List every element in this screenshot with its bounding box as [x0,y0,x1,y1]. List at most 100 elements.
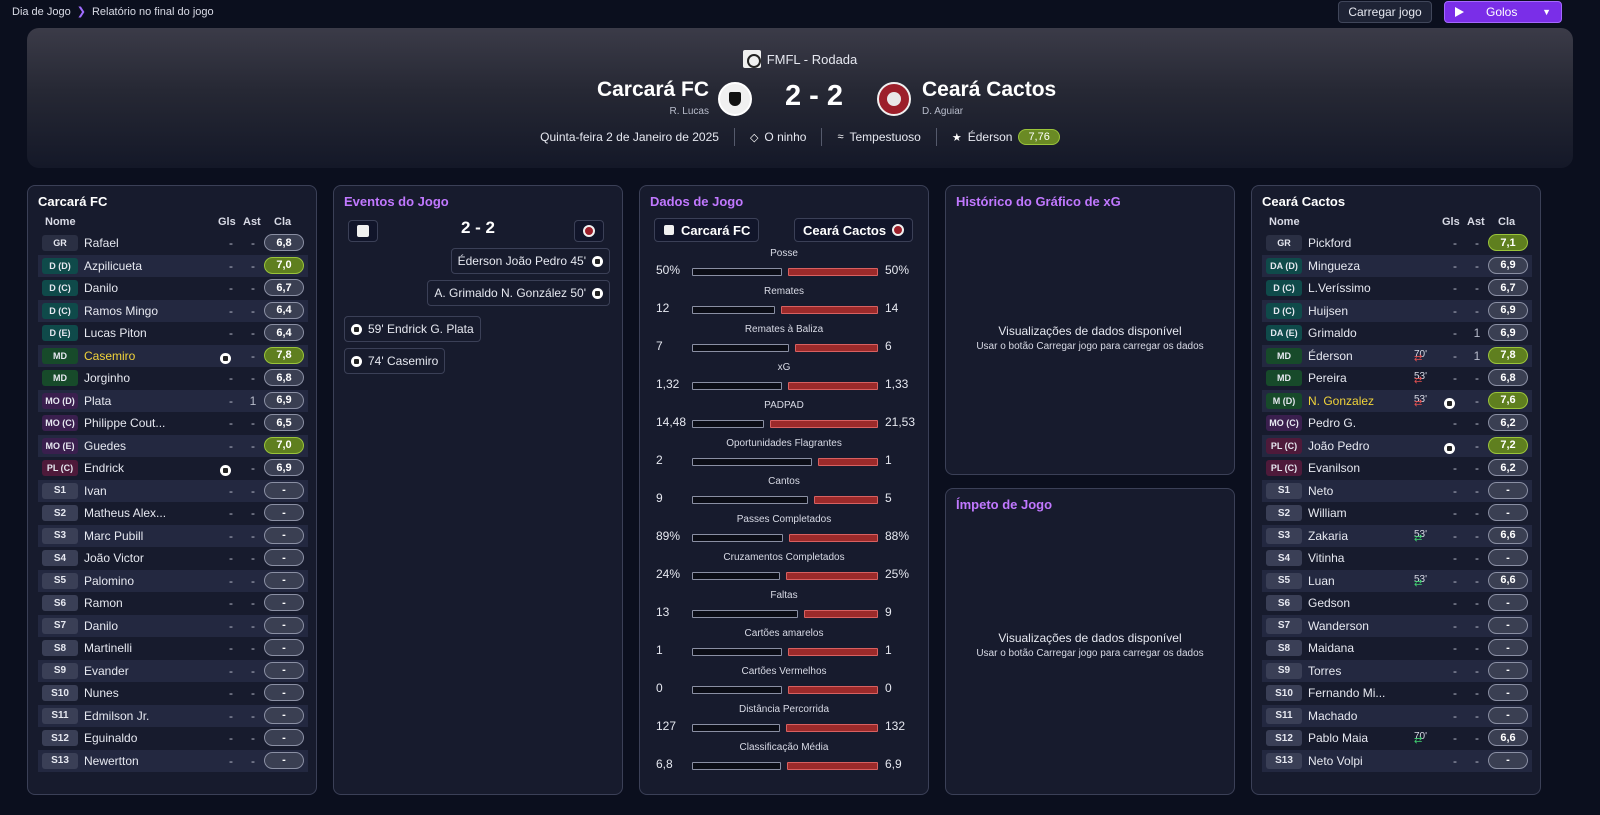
col-cla[interactable]: Cla [1498,216,1515,228]
player-row[interactable]: S13 Newertton - - - [38,749,308,772]
col-gls[interactable]: Gls [1442,216,1460,228]
player-name[interactable]: Rafael [84,236,119,250]
goals-dropdown-button[interactable]: Golos ▼ [1444,1,1562,23]
player-row[interactable]: S8 Maidana - - - [1262,637,1532,659]
player-name[interactable]: Evanilson [1308,461,1360,475]
player-row[interactable]: MO (E) Guedes - -7,0 [38,434,308,457]
home-team-name[interactable]: Carcará FC [597,78,709,102]
match-event[interactable]: 59' Endrick G. Plata [344,316,481,342]
col-name[interactable]: Nome [45,216,76,228]
col-gls[interactable]: Gls [218,216,236,228]
player-name[interactable]: Endrick [84,461,124,475]
player-row[interactable]: D (D) Azpilicueta - -7,0 [38,254,308,277]
match-event[interactable]: Éderson João Pedro 45' [450,248,610,274]
player-row[interactable]: S5 Luan ⇄ 53' - -6,6 [1262,569,1532,592]
player-row[interactable]: PL (C) João Pedro 1 -7,2 [1262,434,1532,457]
player-row[interactable]: MO (C) Pedro G. - -6,2 [1262,412,1532,434]
player-name[interactable]: Huijsen [1308,304,1348,318]
player-row[interactable]: M (D) N. Gonzalez ⇄ 53' 1 -7,6 [1262,389,1532,412]
player-name[interactable]: João Victor [84,551,144,565]
player-name[interactable]: Gedson [1308,596,1350,610]
player-name[interactable]: Evander [84,664,129,678]
player-name[interactable]: Nunes [84,686,119,700]
player-name[interactable]: Ivan [84,484,107,498]
player-name[interactable]: Azpilicueta [84,259,142,273]
breadcrumb-report[interactable]: Relatório no final do jogo [92,6,214,18]
player-row[interactable]: MD Jorginho - -6,8 [38,367,308,389]
player-row[interactable]: S7 Danilo - - - [38,614,308,637]
player-name[interactable]: Jorginho [84,371,130,385]
player-name[interactable]: Zakaria [1308,529,1348,543]
player-row[interactable]: GR Pickford - -7,1 [1262,232,1532,254]
player-row[interactable]: S7 Wanderson - - - [1262,614,1532,637]
player-name[interactable]: Pereira [1308,371,1347,385]
player-name[interactable]: N. Gonzalez [1308,394,1374,408]
player-row[interactable]: D (C) Huijsen - -6,9 [1262,299,1532,322]
col-ast[interactable]: Ast [1467,216,1485,228]
player-name[interactable]: Guedes [84,439,126,453]
player-row[interactable]: S1 Ivan - - - [38,479,308,502]
player-name[interactable]: Edmilson Jr. [84,709,149,723]
col-name[interactable]: Nome [1269,216,1300,228]
player-row[interactable]: S8 Martinelli - - - [38,637,308,659]
player-row[interactable]: PL (C) Endrick 1 -6,9 [38,457,308,479]
player-name[interactable]: Éderson [1308,349,1353,363]
player-row[interactable]: S6 Ramon - - - [38,592,308,614]
player-name[interactable]: Torres [1308,664,1341,678]
player-name[interactable]: Ramos Mingo [84,304,158,318]
player-row[interactable]: S12 Eguinaldo - - - [38,727,308,749]
player-row[interactable]: S4 João Victor - - - [38,547,308,569]
player-row[interactable]: S11 Edmilson Jr. - - - [38,704,308,727]
player-row[interactable]: DA (D) Mingueza - -6,9 [1262,254,1532,277]
player-row[interactable]: S6 Gedson - - - [1262,592,1532,614]
breadcrumb-matchday[interactable]: Dia de Jogo [12,6,71,18]
player-name[interactable]: Palomino [84,574,134,588]
player-row[interactable]: S5 Palomino - - - [38,569,308,592]
player-row[interactable]: S2 Matheus Alex... - - - [38,502,308,524]
player-name[interactable]: Danilo [84,619,118,633]
match-event[interactable]: 74' Casemiro [344,348,446,374]
player-name[interactable]: Neto Volpi [1308,754,1363,768]
player-name[interactable]: William [1308,506,1347,520]
col-cla[interactable]: Cla [274,216,291,228]
player-row[interactable]: S3 Zakaria ⇄ 53' - -6,6 [1262,524,1532,547]
player-row[interactable]: S3 Marc Pubill - - - [38,524,308,547]
player-name[interactable]: Machado [1308,709,1357,723]
player-name[interactable]: Grimaldo [1308,326,1357,340]
player-name[interactable]: Neto [1308,484,1333,498]
player-row[interactable]: MD Pereira ⇄ 53' - -6,8 [1262,367,1532,389]
player-name[interactable]: Luan [1308,574,1335,588]
player-row[interactable]: MO (C) Philippe Cout... - -6,5 [38,412,308,434]
player-row[interactable]: S9 Evander - - - [38,659,308,682]
player-row[interactable]: S4 Vitinha - - - [1262,547,1532,569]
player-row[interactable]: MO (D) Plata - 1 6,9 [38,389,308,412]
player-name[interactable]: Plata [84,394,111,408]
player-name[interactable]: Fernando Mi... [1308,686,1385,700]
match-event[interactable]: A. Grimaldo N. González 50' [427,280,610,306]
player-row[interactable]: D (C) Ramos Mingo - -6,4 [38,299,308,322]
player-name[interactable]: Marc Pubill [84,529,143,543]
player-row[interactable]: S12 Pablo Maia ⇄ 70' - -6,6 [1262,727,1532,749]
away-team-name[interactable]: Ceará Cactos [922,78,1056,102]
player-row[interactable]: S1 Neto - - - [1262,479,1532,502]
player-name[interactable]: Ramon [84,596,123,610]
player-row[interactable]: S9 Torres - - - [1262,659,1532,682]
player-row[interactable]: S10 Nunes - - - [38,682,308,704]
col-ast[interactable]: Ast [243,216,261,228]
player-name[interactable]: Eguinaldo [84,731,137,745]
player-row[interactable]: S13 Neto Volpi - - - [1262,749,1532,772]
player-name[interactable]: Danilo [84,281,118,295]
player-row[interactable]: PL (C) Evanilson - -6,2 [1262,457,1532,479]
player-row[interactable]: GR Rafael - -6,8 [38,232,308,254]
player-name[interactable]: Vitinha [1308,551,1344,565]
load-match-button[interactable]: Carregar jogo [1338,1,1432,23]
player-name[interactable]: Pedro G. [1308,416,1356,430]
player-name[interactable]: Pickford [1308,236,1351,250]
player-row[interactable]: D (E) Lucas Piton - -6,4 [38,322,308,344]
player-row[interactable]: D (C) Danilo - -6,7 [38,277,308,299]
player-row[interactable]: MD Éderson ⇄ 70' - 1 7,8 [1262,344,1532,367]
player-row[interactable]: S10 Fernando Mi... - - - [1262,682,1532,704]
player-name[interactable]: Maidana [1308,641,1354,655]
player-name[interactable]: Mingueza [1308,259,1360,273]
motm-name[interactable]: Éderson [968,130,1013,144]
